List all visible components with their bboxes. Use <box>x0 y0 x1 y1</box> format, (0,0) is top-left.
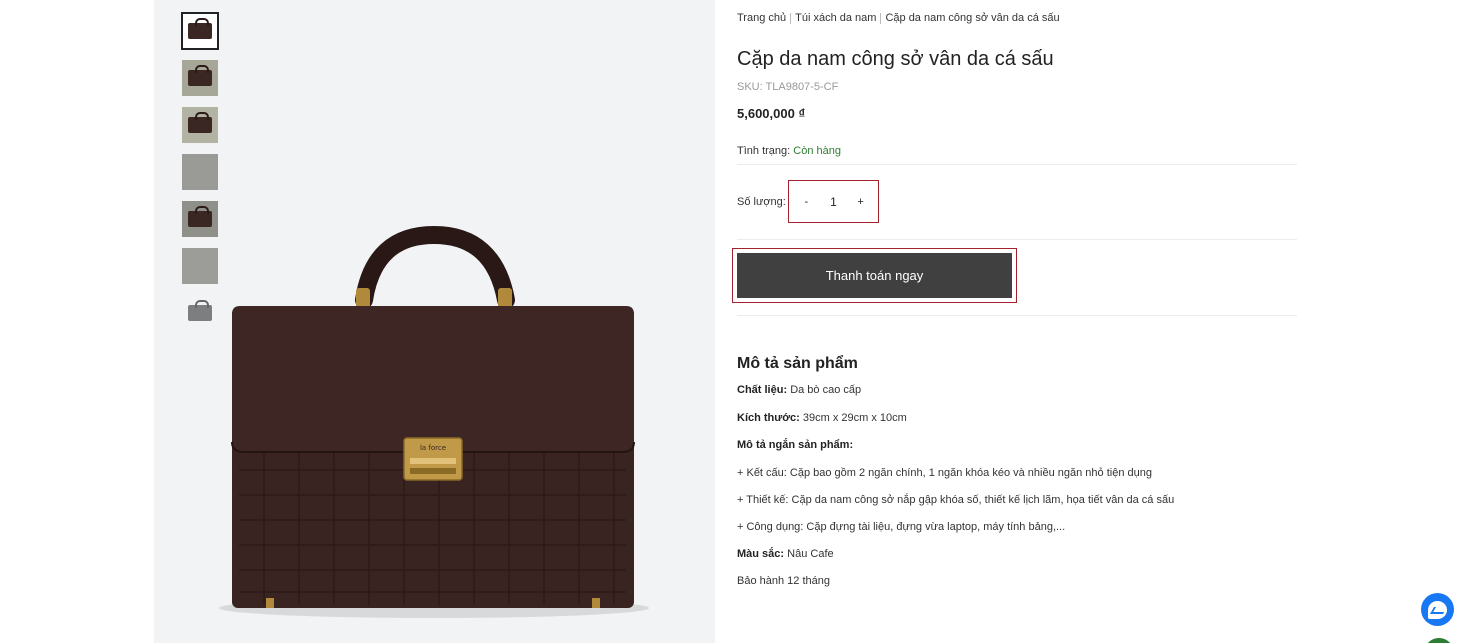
quantity-increase-button[interactable]: + <box>850 196 872 208</box>
material-label: Chất liệu: <box>737 384 788 396</box>
buy-now-button[interactable]: Thanh toán ngay <box>737 253 1012 298</box>
main-product-image[interactable]: la force <box>214 220 654 630</box>
material-value: Da bò cao cấp <box>790 384 862 396</box>
stock-status-label: Tình trạng: <box>737 145 791 157</box>
design-line: + Thiết kế: Cặp da nam công sở nắp gập k… <box>737 494 1175 506</box>
divider <box>737 164 1297 165</box>
bag-thumbnail-icon <box>188 206 212 227</box>
product-gallery: la force <box>154 0 715 643</box>
breadcrumb-category[interactable]: Túi xách da nam <box>795 12 876 24</box>
stock-status-value: Còn hàng <box>793 145 841 157</box>
stock-status: Tình trạng: Còn hàng <box>737 145 841 157</box>
floating-contact-button[interactable] <box>1424 638 1454 643</box>
color-value: Nâu Cafe <box>787 548 834 560</box>
color-line: Màu sắc: Nâu Cafe <box>737 548 834 560</box>
divider <box>737 239 1297 240</box>
short-description-heading: Mô tả ngắn sản phẩm: <box>737 439 854 451</box>
bag-thumbnail-icon <box>188 65 212 86</box>
quantity-stepper: - 1 + <box>788 180 879 223</box>
brand-plate-text: la force <box>420 444 446 452</box>
bag-thumbnail-icon <box>188 18 212 39</box>
bag-thumbnail-icon <box>188 112 212 133</box>
quantity-decrease-button[interactable]: - <box>795 196 817 208</box>
breadcrumb-separator <box>880 12 882 24</box>
messenger-icon <box>1428 600 1447 619</box>
thumbnail-3[interactable] <box>181 106 219 144</box>
thumbnail-1[interactable] <box>181 12 219 50</box>
thumbnail-2[interactable] <box>181 59 219 97</box>
short-description-label: Mô tả ngắn sản phẩm: <box>737 439 853 451</box>
breadcrumb: Trang chủ Túi xách da nam Cặp da nam công … <box>737 12 1060 24</box>
product-price: 5,600,000 ₫ <box>737 106 806 121</box>
breadcrumb-current: Cặp da nam công sở vân da cá sấu <box>885 12 1060 24</box>
material-line: Chất liệu: Da bò cao cấp <box>737 384 861 396</box>
breadcrumb-separator <box>790 12 792 24</box>
product-title: Cặp da nam công sở vân da cá sấu <box>737 48 1054 70</box>
messenger-chat-button[interactable] <box>1421 593 1454 626</box>
warranty-line: Bảo hành 12 tháng <box>737 575 830 587</box>
description-title: Mô tả sản phẩm <box>737 355 858 372</box>
product-page: la force Trang chủ Túi xách da nam Cặp da … <box>0 0 1466 643</box>
size-line: Kích thước: 39cm x 29cm x 10cm <box>737 412 907 424</box>
bag-thumbnail-icon <box>188 300 212 321</box>
size-label: Kích thước: <box>737 412 800 424</box>
breadcrumb-home[interactable]: Trang chủ <box>737 12 786 24</box>
divider <box>737 315 1297 316</box>
product-sku: SKU: TLA9807-5-CF <box>737 81 839 93</box>
structure-line: + Kết cấu: Cặp bao gồm 2 ngăn chính, 1 n… <box>737 467 1152 479</box>
thumbnail-4[interactable] <box>181 153 219 191</box>
quantity-value[interactable]: 1 <box>830 195 837 209</box>
color-label: Màu sắc: <box>737 548 785 560</box>
size-value: 39cm x 29cm x 10cm <box>802 412 907 424</box>
usage-line: + Công dụng: Cặp đựng tài liệu, đựng vừa… <box>737 521 1066 533</box>
quantity-label: Số lượng: <box>737 196 786 208</box>
